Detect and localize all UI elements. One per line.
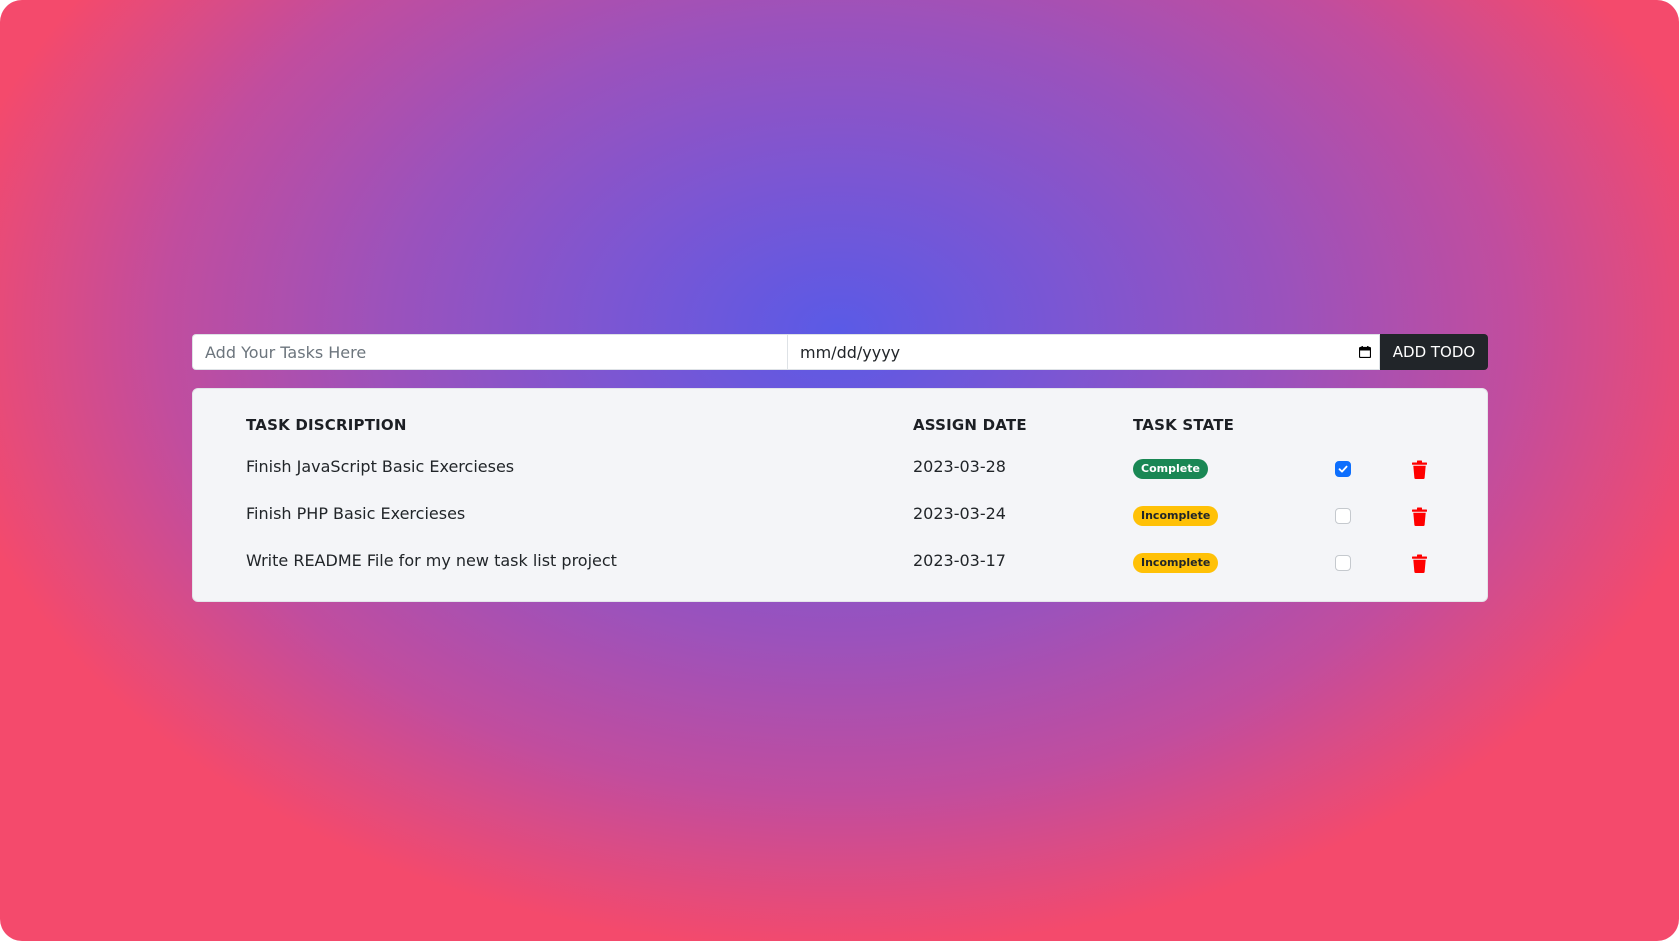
table-row: Finish JavaScript Basic Exercieses 2023-… bbox=[193, 445, 1489, 485]
add-task-form: mm/dd/yyyy ADD TODO bbox=[192, 334, 1488, 370]
assign-date: 2023-03-17 bbox=[913, 551, 1006, 570]
gradient-background: mm/dd/yyyy ADD TODO TASK DISCRIPTION ASS… bbox=[0, 0, 1679, 941]
assign-date: 2023-03-24 bbox=[913, 504, 1006, 523]
complete-checkbox[interactable] bbox=[1335, 555, 1351, 571]
trash-icon[interactable] bbox=[1412, 554, 1427, 573]
table-row: Write README File for my new task list p… bbox=[193, 539, 1489, 579]
table-row: Finish PHP Basic Exercieses 2023-03-24 I… bbox=[193, 492, 1489, 532]
task-description: Finish PHP Basic Exercieses bbox=[246, 504, 466, 523]
date-input[interactable]: mm/dd/yyyy bbox=[787, 334, 1380, 370]
task-table: TASK DISCRIPTION ASSIGN DATE TASK STATE … bbox=[192, 388, 1488, 602]
complete-checkbox[interactable] bbox=[1335, 461, 1351, 477]
status-badge: Complete bbox=[1133, 459, 1208, 479]
task-input[interactable] bbox=[192, 334, 787, 370]
header-task-state: TASK STATE bbox=[1133, 416, 1235, 434]
complete-checkbox[interactable] bbox=[1335, 508, 1351, 524]
viewport: mm/dd/yyyy ADD TODO TASK DISCRIPTION ASS… bbox=[0, 0, 1679, 941]
check-icon bbox=[1338, 465, 1348, 473]
trash-icon[interactable] bbox=[1412, 507, 1427, 526]
status-badge: Incomplete bbox=[1133, 506, 1219, 526]
header-task-description: TASK DISCRIPTION bbox=[246, 416, 407, 434]
trash-icon[interactable] bbox=[1412, 460, 1427, 479]
calendar-icon[interactable] bbox=[1359, 346, 1371, 358]
date-placeholder: mm/dd/yyyy bbox=[800, 342, 901, 362]
task-description: Write README File for my new task list p… bbox=[246, 551, 617, 570]
add-todo-button[interactable]: ADD TODO bbox=[1380, 334, 1488, 370]
task-description: Finish JavaScript Basic Exercieses bbox=[246, 457, 515, 476]
assign-date: 2023-03-28 bbox=[913, 457, 1006, 476]
header-assign-date: ASSIGN DATE bbox=[913, 416, 1027, 434]
status-badge: Incomplete bbox=[1133, 553, 1219, 573]
